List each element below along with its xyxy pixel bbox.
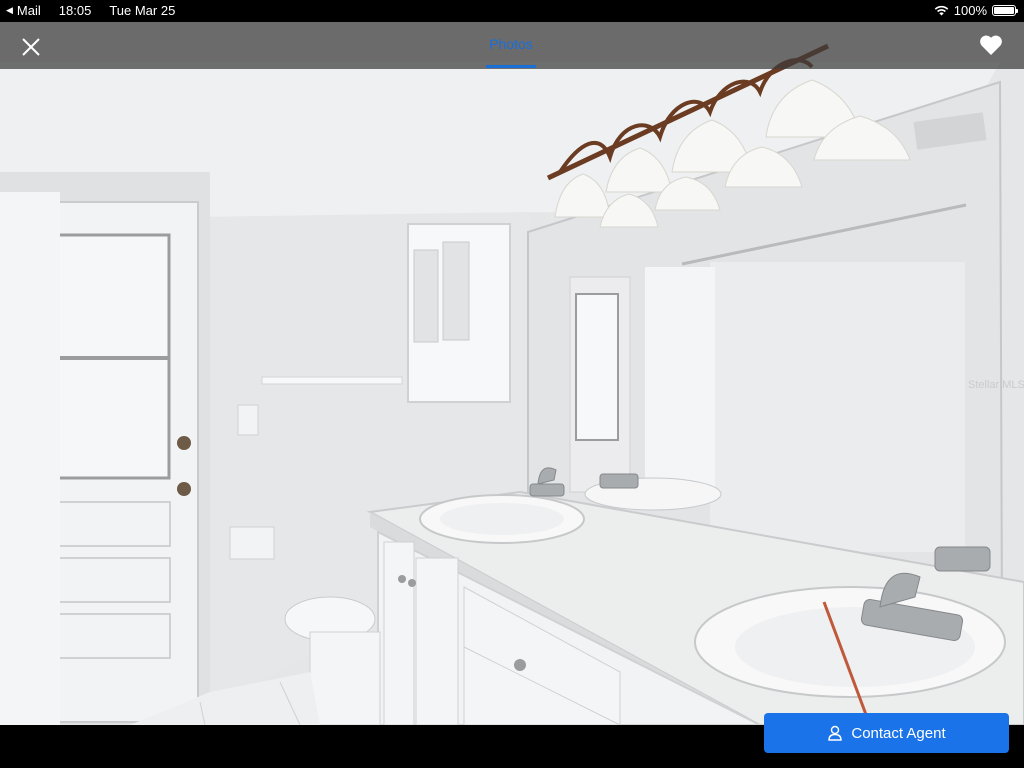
status-time: 18:05 [58, 3, 92, 18]
tab-photos-underline [486, 65, 536, 68]
status-date: Tue Mar 25 [109, 3, 176, 18]
tab-photos[interactable]: Photos [476, 36, 546, 52]
wifi-icon [934, 5, 949, 16]
back-arrow-icon[interactable]: ◀ [6, 5, 13, 16]
back-app-label[interactable]: Mail [17, 3, 41, 18]
contact-agent-label: Contact Agent [851, 724, 946, 742]
status-bar: ◀ Mail 18:05 Tue Mar 25 100% [0, 0, 1024, 22]
contact-agent-button[interactable]: Contact Agent [764, 713, 1009, 753]
photo-watermark: Stellar MLS [968, 379, 1024, 391]
close-icon [22, 38, 40, 56]
bathroom-photo-illustration: Stellar MLS [0, 22, 1024, 725]
listing-photo[interactable]: Stellar MLS [0, 22, 1024, 725]
favorite-button[interactable] [978, 33, 1006, 59]
photo-nav-bar: Photos [0, 22, 1024, 69]
status-left[interactable]: ◀ Mail 18:05 Tue Mar 25 [6, 3, 175, 18]
close-button[interactable] [16, 32, 46, 62]
heart-icon [980, 35, 1002, 55]
battery-fill [994, 7, 1014, 14]
status-right: 100% [934, 3, 1018, 18]
battery-icon [992, 5, 1018, 16]
battery-percent: 100% [953, 3, 987, 18]
person-icon [828, 725, 843, 741]
